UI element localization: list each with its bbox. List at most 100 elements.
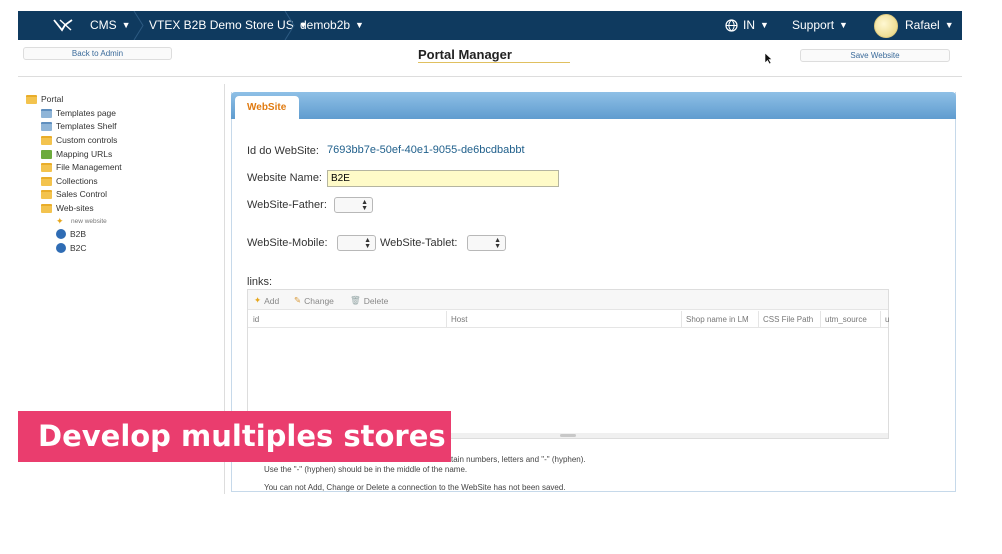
tree-item-mapping-urls[interactable]: Mapping URLs [41, 149, 112, 159]
mouse-cursor-icon [764, 52, 773, 65]
chevron-down-icon: ▼ [355, 20, 364, 30]
tree-label: File Management [56, 162, 122, 172]
column-header-utm-source[interactable]: utm_source [825, 315, 867, 324]
tree-label: Templates Shelf [56, 121, 117, 131]
tree-item-sales-control[interactable]: Sales Control [41, 189, 107, 199]
tree-label: Sales Control [56, 189, 108, 199]
user-menu[interactable]: Rafael ▼ [905, 18, 954, 32]
template-folder-icon [41, 121, 52, 131]
column-header-host[interactable]: Host [451, 315, 467, 324]
column-divider [758, 311, 759, 328]
website-father-select[interactable]: ▲ ▼ [334, 197, 373, 213]
language-menu[interactable]: IN ▼ [725, 18, 769, 32]
language-label: IN [743, 18, 755, 32]
links-grid-header: id Host Shop name in LM CSS File Path ut… [248, 311, 889, 328]
website-tablet-select[interactable]: ▲ ▼ [467, 235, 506, 251]
cms-label: CMS [90, 18, 117, 32]
website-globe-icon [56, 243, 66, 253]
change-link-button[interactable]: ✎ Change [294, 295, 334, 306]
tree-label: Collections [56, 176, 98, 186]
support-menu[interactable]: Support ▼ [792, 18, 848, 32]
store-label: VTEX B2B Demo Store US [149, 18, 294, 32]
tree-item-templates-page[interactable]: Templates page [41, 108, 116, 118]
add-link-button[interactable]: ✦ Add [254, 295, 279, 306]
name-rule-note-1: tain numbers, letters and "-" (hyphen). [451, 455, 586, 464]
column-divider [820, 311, 821, 328]
select-arrows-icon: ▲ ▼ [494, 237, 501, 250]
website-tablet-label: WebSite-Tablet: [380, 237, 458, 249]
controls-folder-icon [41, 135, 52, 145]
tree-root-portal[interactable]: Portal [26, 94, 63, 104]
tree-label: Portal [41, 94, 64, 104]
select-arrows-icon: ▲ ▼ [364, 237, 371, 250]
cms-menu[interactable]: CMS ▼ [90, 18, 131, 32]
scrollbar-thumb[interactable] [560, 434, 576, 437]
tree-item-site-b2b[interactable]: B2B [56, 229, 86, 239]
tree-item-custom-controls[interactable]: Custom controls [41, 135, 117, 145]
save-website-button[interactable]: Save Website [800, 49, 950, 62]
website-id-label: Id do WebSite: [247, 145, 319, 157]
links-label: links: [247, 276, 273, 288]
folder-open-icon [41, 203, 52, 213]
column-divider [681, 311, 682, 328]
website-father-label: WebSite-Father: [247, 199, 327, 211]
tree-label: Web-sites [56, 203, 94, 213]
folder-icon [41, 189, 52, 199]
account-label: demob2b [300, 18, 351, 32]
promo-banner: Develop multiples stores [18, 411, 451, 462]
header-divider [18, 76, 962, 77]
tree-label: new website [71, 218, 107, 225]
top-nav-bar: CMS ▼ VTEX B2B Demo Store US ▼ demob2b ▼… [18, 11, 962, 40]
tree-label: Templates page [56, 108, 117, 118]
chevron-down-icon: ▼ [839, 20, 848, 30]
user-avatar[interactable] [874, 14, 898, 38]
change-label: Change [304, 295, 334, 306]
globe-icon [725, 18, 738, 32]
column-divider [880, 311, 881, 328]
delete-label: Delete [363, 295, 389, 306]
website-mobile-label: WebSite-Mobile: [247, 237, 328, 249]
column-divider [446, 311, 447, 328]
website-mobile-select[interactable]: ▲ ▼ [337, 235, 376, 251]
chevron-down-icon: ▼ [121, 20, 131, 30]
folder-icon [41, 176, 52, 186]
page-title: Portal Manager [418, 47, 512, 62]
folder-open-icon [26, 94, 37, 104]
trash-icon: 🗑 [350, 295, 361, 305]
tree-item-web-sites[interactable]: Web-sites [41, 203, 94, 213]
tree-item-templates-shelf[interactable]: Templates Shelf [41, 121, 116, 131]
column-header-shop-name[interactable]: Shop name in LM [686, 315, 749, 324]
breadcrumb-separator-icon [133, 11, 144, 40]
tab-strip [231, 92, 956, 119]
chevron-down-icon: ▼ [760, 20, 769, 30]
tab-website[interactable]: WebSite [235, 96, 299, 120]
links-toolbar: ✦ Add ✎ Change 🗑 Delete [248, 290, 888, 310]
tree-label: Mapping URLs [56, 149, 113, 159]
tree-item-file-management[interactable]: File Management [41, 162, 122, 172]
user-label: Rafael [905, 18, 940, 32]
delete-link-button[interactable]: 🗑 Delete [350, 295, 388, 306]
new-star-icon: ✦ [56, 216, 64, 226]
column-header-css-path[interactable]: CSS File Path [763, 315, 813, 324]
tree-item-site-b2c[interactable]: B2C [56, 243, 87, 253]
template-folder-icon [41, 108, 52, 118]
tree-label: B2C [70, 243, 87, 253]
chevron-down-icon: ▼ [944, 20, 954, 30]
back-to-admin-button[interactable]: Back to Admin [23, 47, 172, 60]
website-globe-icon [56, 229, 66, 239]
tree-label: B2B [70, 229, 87, 239]
name-rule-note-2: Use the "-" (hyphen) should be in the mi… [264, 465, 468, 474]
breadcrumb-separator-icon [284, 11, 295, 40]
website-id-value: 7693bb7e-50ef-40e1-9055-de6bcdbabbt [327, 144, 525, 156]
website-name-input[interactable]: B2E [327, 170, 559, 187]
pencil-icon: ✎ [294, 295, 302, 305]
account-menu[interactable]: demob2b ▼ [300, 18, 364, 32]
tree-item-new-website[interactable]: ✦ new website [56, 216, 107, 227]
tree-item-collections[interactable]: Collections [41, 176, 98, 186]
select-arrows-icon: ▲ ▼ [361, 199, 368, 212]
title-underline [418, 62, 570, 63]
column-header-id[interactable]: id [253, 315, 259, 324]
vtex-logo-icon[interactable] [52, 17, 74, 33]
column-header-truncated[interactable]: u [885, 315, 889, 324]
mapping-arrow-icon [41, 149, 52, 159]
